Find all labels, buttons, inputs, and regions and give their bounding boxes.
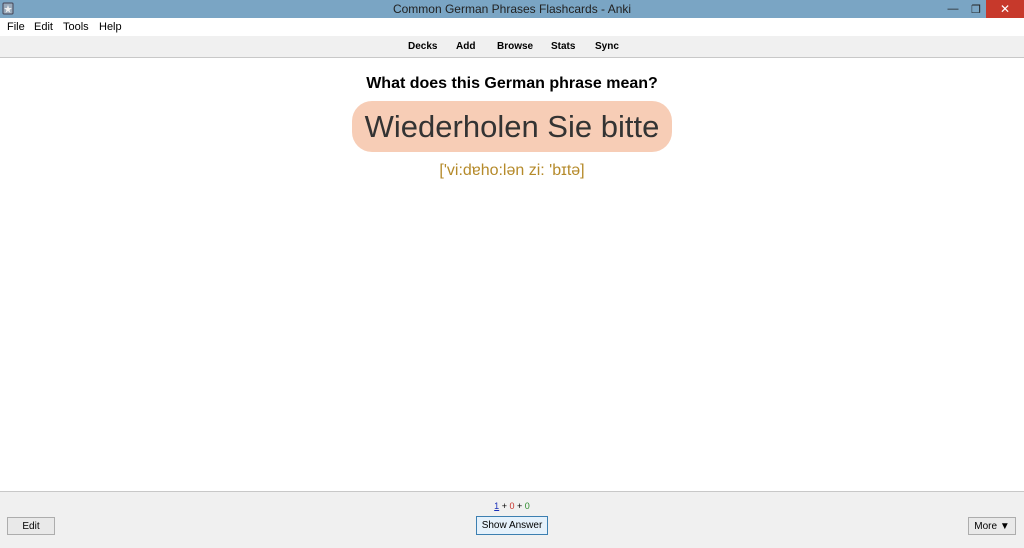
menu-tools[interactable]: Tools — [63, 21, 89, 34]
window-title: Common German Phrases Flashcards - Anki — [392, 2, 632, 16]
more-button[interactable]: More ▼ — [968, 517, 1016, 535]
german-phrase: Wiederholen Sie bitte — [364, 108, 660, 144]
menu-file[interactable]: File — [7, 21, 25, 34]
pronunciation: ['vi:dɐho:lən zi: 'bɪtə] — [439, 162, 585, 179]
menu-help[interactable]: Help — [99, 21, 122, 34]
due-counts: 1 + 0 + 0 — [0, 501, 1024, 512]
show-answer-button[interactable]: Show Answer — [476, 516, 548, 535]
card-review-area: What does this German phrase mean? Wiede… — [0, 58, 1024, 491]
card-question: What does this German phrase mean? — [366, 75, 658, 92]
toolbar-stats[interactable]: Stats — [551, 41, 575, 53]
new-count[interactable]: 1 — [494, 501, 499, 511]
close-button[interactable]: ✕ — [986, 0, 1024, 18]
title-bar: Common German Phrases Flashcards - Anki … — [0, 0, 1024, 18]
count-separator: + — [517, 501, 523, 511]
edit-button[interactable]: Edit — [7, 517, 55, 535]
minimize-button[interactable]: — — [940, 0, 966, 18]
review-count: 0 — [524, 501, 530, 511]
main-toolbar: Decks Add Browse Stats Sync — [0, 36, 1024, 58]
phrase-highlight: Wiederholen Sie bitte — [352, 101, 672, 152]
restore-button[interactable]: ❐ — [966, 0, 986, 18]
count-separator: + — [501, 501, 507, 511]
toolbar-browse[interactable]: Browse — [497, 41, 533, 53]
learning-count: 0 — [509, 501, 515, 511]
menu-edit[interactable]: Edit — [34, 21, 53, 34]
toolbar-decks[interactable]: Decks — [408, 41, 437, 53]
toolbar-add[interactable]: Add — [456, 41, 475, 53]
bottom-bar: 1 + 0 + 0 Edit Show Answer More ▼ — [0, 491, 1024, 548]
menu-bar: File Edit Tools Help — [0, 18, 1024, 36]
toolbar-sync[interactable]: Sync — [595, 41, 619, 53]
